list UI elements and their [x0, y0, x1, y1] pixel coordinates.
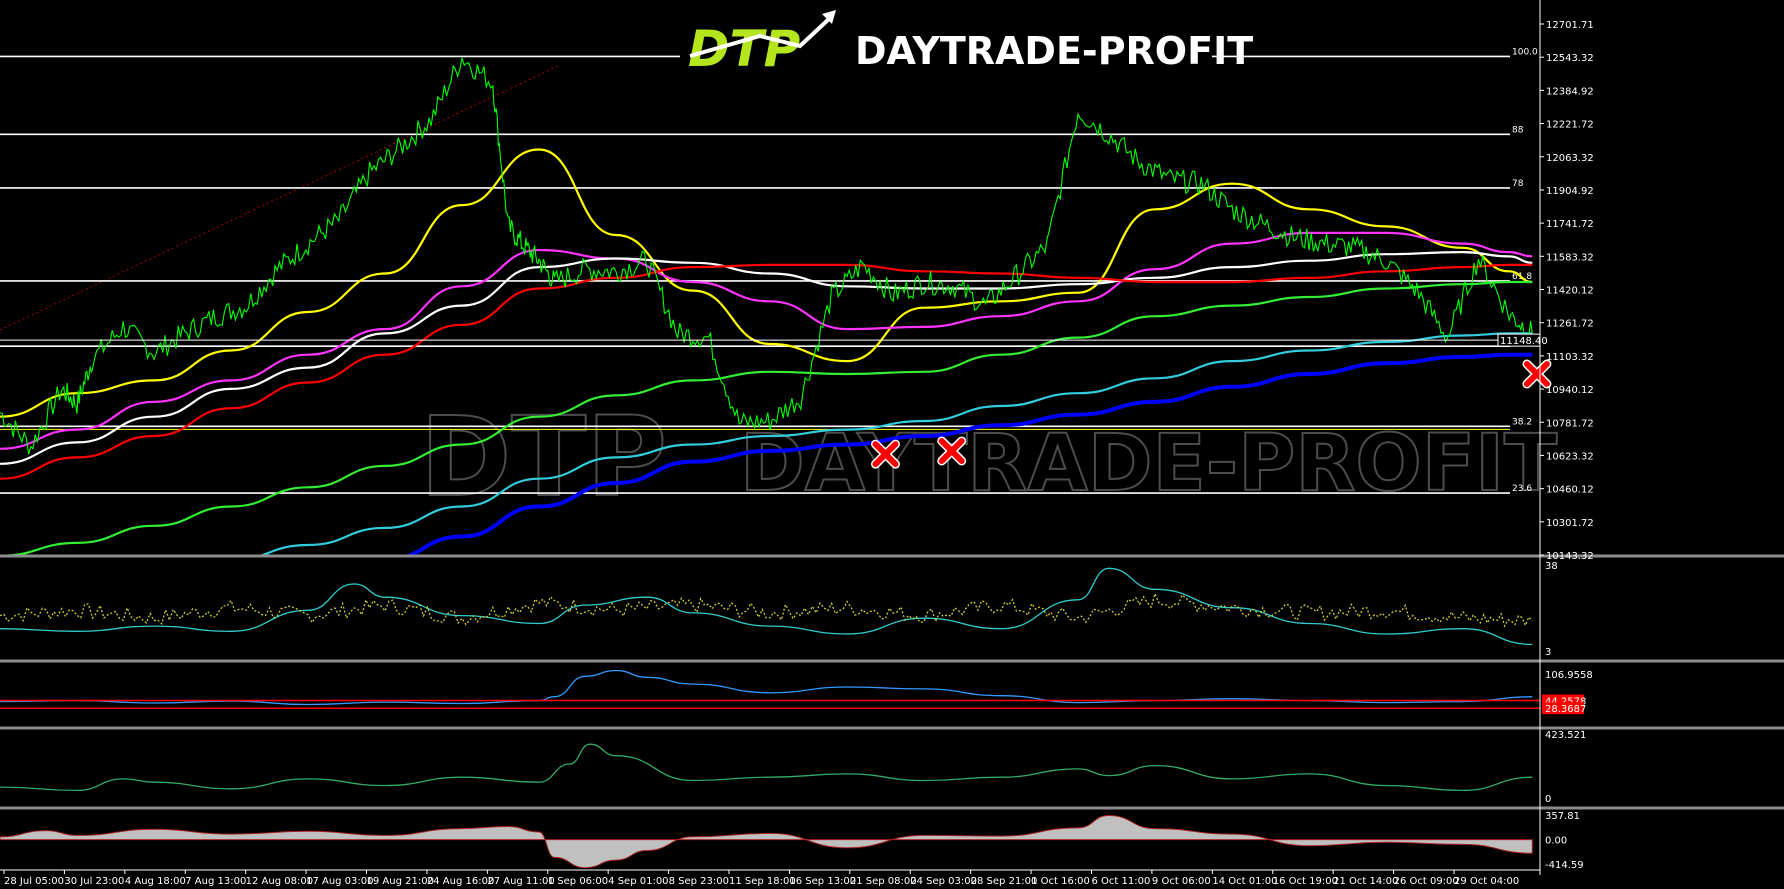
brand-logo: DTP DAYTRADE-PROFIT	[680, 10, 1253, 78]
current-price-label: 11148.40	[1500, 336, 1548, 347]
oscillator-tick-label: 0	[1545, 794, 1551, 805]
price-tick-label: 11741.72	[1546, 219, 1594, 230]
oscillator-tick-label: 0.00	[1545, 836, 1567, 847]
date-tick-label: 7 Aug 13:00	[185, 876, 246, 887]
date-tick-label: 17 Aug 03:00	[306, 876, 373, 887]
price-tick-label: 12221.72	[1546, 120, 1594, 131]
price-tick-label: 10460.12	[1546, 485, 1594, 496]
fib-label-1: 88	[1512, 125, 1524, 135]
date-tick-label: 4 Sep 01:00	[608, 876, 668, 887]
date-tick-label: 29 Oct 04:00	[1454, 876, 1519, 887]
level-label-1: 28.3687	[1545, 704, 1586, 715]
fib-label-2: 78	[1512, 179, 1524, 189]
date-tick-label: 8 Sep 23:00	[669, 876, 729, 887]
chart-canvas: DTP DAYTRADE-PROFIT 100.0887861.850.038.…	[0, 0, 1784, 889]
fib-label-6: 23.6	[1512, 484, 1532, 494]
date-tick-label: 16 Sep 13:00	[789, 876, 856, 887]
date-tick-label: 30 Jul 23:00	[64, 876, 124, 887]
logo-letters: DTP	[688, 20, 800, 78]
price-tick-label: 12543.32	[1546, 53, 1594, 64]
date-tick-label: 28 Jul 05:00	[4, 876, 64, 887]
oscillator-tick-label: 3	[1545, 647, 1551, 658]
date-tick-label: 24 Aug 16:00	[427, 876, 494, 887]
oscillator-tick-label: 357.81	[1545, 811, 1580, 822]
price-tick-label: 11904.92	[1546, 186, 1594, 197]
price-tick-label: 12384.92	[1546, 86, 1594, 97]
date-tick-label: 16 Oct 19:00	[1273, 876, 1338, 887]
price-tick-label: 12063.32	[1546, 153, 1594, 164]
date-tick-label: 28 Sep 21:00	[971, 876, 1038, 887]
date-tick-label: 1 Oct 16:00	[1031, 876, 1090, 887]
watermark-brand-text: DAYTRADE-PROFIT	[740, 419, 1557, 509]
fib-label-0: 100.0	[1512, 47, 1538, 57]
oscillator-tick-label: 38	[1545, 561, 1558, 572]
oscillator-tick-label: 106.9558	[1545, 670, 1593, 681]
date-tick-label: 9 Oct 06:00	[1152, 876, 1211, 887]
date-tick-label: 19 Aug 21:00	[367, 876, 434, 887]
date-tick-label: 26 Oct 09:00	[1394, 876, 1459, 887]
date-tick-label: 4 Aug 18:00	[125, 876, 186, 887]
date-tick-label: 21 Oct 14:00	[1333, 876, 1398, 887]
price-tick-label: 10940.12	[1546, 385, 1594, 396]
oscillator-tick-label: -414.59	[1545, 860, 1584, 871]
price-tick-label: 10623.32	[1546, 451, 1594, 462]
oscillator-tick-label: 423.521	[1545, 730, 1586, 741]
date-tick-label: 27 Aug 11:00	[487, 876, 554, 887]
date-tick-label: 21 Sep 08:00	[850, 876, 917, 887]
fib-label-5: 38.2	[1512, 417, 1532, 427]
date-tick-label: 6 Oct 11:00	[1092, 876, 1151, 887]
price-tick-label: 11103.32	[1546, 352, 1594, 363]
date-tick-label: 1 Sep 06:00	[548, 876, 608, 887]
date-tick-label: 11 Sep 18:00	[729, 876, 796, 887]
date-tick-label: 14 Oct 01:00	[1212, 876, 1277, 887]
price-tick-label: 10301.72	[1546, 518, 1594, 529]
date-tick-label: 24 Sep 03:00	[910, 876, 977, 887]
date-tick-label: 12 Aug 08:00	[246, 876, 313, 887]
price-tick-label: 12701.71	[1546, 20, 1594, 31]
price-tick-label: 10781.72	[1546, 418, 1594, 429]
price-tick-label: 11261.72	[1546, 319, 1594, 330]
price-tick-label: 11583.32	[1546, 252, 1594, 263]
brand-name: DAYTRADE-PROFIT	[855, 29, 1253, 73]
price-tick-label: 11420.12	[1546, 286, 1594, 297]
price-tick-label: 10143.32	[1546, 551, 1594, 562]
